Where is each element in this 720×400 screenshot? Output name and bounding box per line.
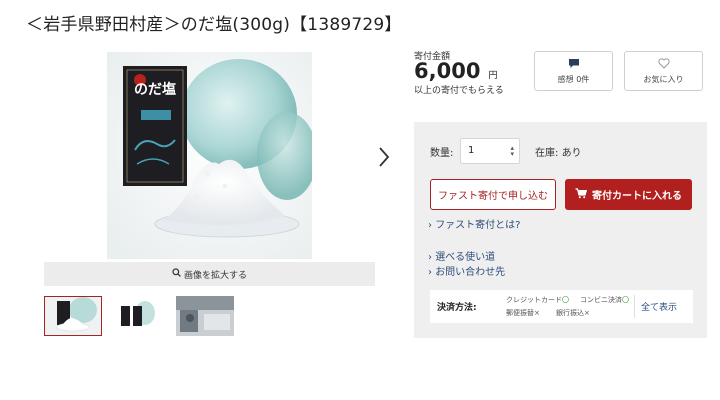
favorite-label: お気に入り — [643, 74, 684, 84]
thumbnail-3[interactable] — [176, 296, 234, 336]
main-product-image[interactable]: のだ塩 — [107, 52, 312, 259]
next-image-arrow[interactable] — [376, 144, 392, 170]
stock-value: あり — [561, 148, 582, 159]
chevron-right-icon — [379, 147, 390, 167]
payment-label: 決済方法: — [437, 303, 477, 313]
usage-label: 選べる使い道 — [435, 252, 496, 263]
payment-method-convenience: コンビニ決済〇 — [580, 296, 629, 304]
zoom-label: 画像を拡大する — [183, 270, 247, 281]
divider — [634, 295, 635, 318]
payment-method-postal: 郵便振替× — [506, 309, 540, 317]
fast-donation-info-label: ファスト寄付とは? — [435, 220, 521, 231]
thumbnail-2[interactable] — [111, 296, 169, 336]
payment-method-bank: 銀行振込× — [556, 309, 590, 317]
contact-link[interactable]: › お問い合わせ先 — [428, 263, 505, 278]
cart-icon — [575, 187, 588, 202]
usage-link[interactable]: › 選べる使い道 — [428, 248, 495, 263]
package-label: のだ塩 — [134, 81, 176, 98]
show-all-payments-link[interactable]: 全て表示 — [641, 300, 677, 313]
order-panel: 数量: 1 ▴ ▾ 在庫: あり ファスト寄付で申し込む 寄付カートに入れる › … — [414, 122, 707, 338]
quantity-select[interactable]: 1 ▴ ▾ — [460, 138, 520, 164]
link-chevron-icon: › — [428, 267, 432, 278]
quantity-value: 1 — [468, 145, 475, 156]
price-row: 6,000 円 — [414, 59, 497, 83]
speech-bubble-icon — [568, 58, 580, 71]
product-title: ＜岩手県野田村産＞のだ塩(300g)【1389729】 — [26, 15, 402, 35]
thumbnail-1[interactable] — [44, 296, 102, 336]
price-unit: 円 — [488, 71, 498, 81]
payment-method-credit: クレジットカード〇 — [506, 296, 569, 304]
magnifier-icon — [172, 268, 181, 280]
fast-donation-info-link[interactable]: › ファスト寄付とは? — [428, 216, 521, 231]
contact-label: お問い合わせ先 — [435, 267, 506, 278]
review-button[interactable]: 感想 0件 — [534, 51, 613, 91]
fast-donation-button[interactable]: ファスト寄付で申し込む — [430, 179, 556, 210]
price-value: 6,000 — [414, 59, 481, 83]
favorite-button[interactable]: お気に入り — [624, 51, 703, 91]
link-chevron-icon: › — [428, 220, 432, 231]
review-label: 感想 0件 — [557, 74, 590, 84]
heart-icon — [657, 57, 670, 71]
add-to-cart-button[interactable]: 寄付カートに入れる — [565, 179, 692, 210]
link-chevron-icon: › — [428, 252, 432, 263]
stepper-arrows-icon: ▴ ▾ — [510, 144, 514, 158]
zoom-image-button[interactable]: 画像を拡大する — [44, 262, 375, 286]
stock-status: 在庫: あり — [535, 144, 582, 159]
add-to-cart-label: 寄付カートに入れる — [592, 191, 682, 202]
stock-label: 在庫: — [535, 148, 559, 159]
payment-methods: 決済方法: クレジットカード〇 コンビニ決済〇 郵便振替× 銀行振込× 全て表示 — [430, 290, 693, 323]
quantity-label: 数量: — [430, 148, 454, 159]
price-note: 以上の寄付でもらえる — [414, 86, 504, 96]
